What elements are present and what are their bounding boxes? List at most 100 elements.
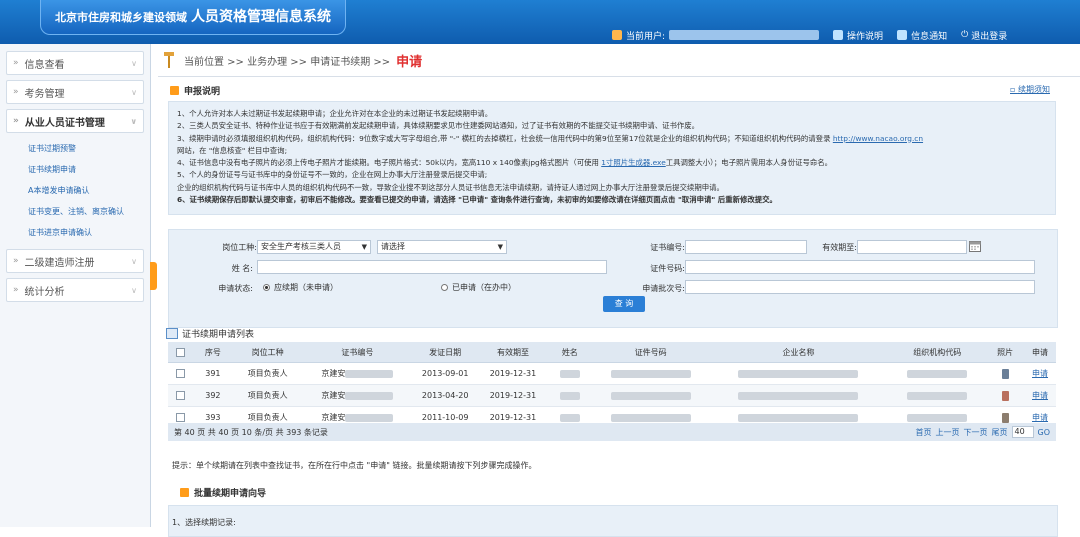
sidebar-item-label: 信息查看 [24,59,65,71]
sidebar-item-info[interactable]: » 信息查看 ∨ [6,51,144,75]
photo-tool-link[interactable]: 1寸照片生成器.exe [601,158,666,167]
sidebar-item-constructor[interactable]: » 二级建造师注册 ∨ [6,249,144,273]
notice-title-text: 申报说明 [184,87,221,97]
redacted [907,369,968,378]
sidebar-collapse-handle[interactable] [150,262,157,290]
redacted [345,413,394,422]
row-checkbox[interactable] [176,369,186,378]
renewal-notice-link-text: 续期须知 [1017,85,1050,94]
help-icon [833,30,844,40]
notice-line: 2、三类人员安全证书、特种作业证书应于有效期满前发起续期申请，具体续期要求见市住… [177,121,700,131]
notice-line: 6、证书续期保存后即默认提交审查，初审后不能修改。要查看已提交的申请，请选择 "… [177,195,777,205]
batch-step-1: 1、选择续期记录: [172,518,236,527]
cell-job: 项目负责人 [231,384,304,407]
sidebar-item-label: 统计分析 [24,286,65,298]
photo-thumbnail[interactable] [1001,368,1009,379]
redacted [559,391,580,400]
valid-to-input[interactable] [857,240,967,254]
logout-button[interactable]: ⏻ 退出登录 [961,29,1007,42]
search-form: 岗位工种: 安全生产考核三类人员 ▼ 请选择 ▼ 证书编号: 有效期至: 姓 名: … [168,229,1058,328]
col-company: 企业名称 [708,342,889,363]
col-expire: 有效期至 [479,342,547,363]
col-photo: 照片 [986,342,1025,363]
sidebar-sub-a-book-confirm[interactable]: A本增发申请确认 [0,180,150,201]
chevron-down-icon: ∨ [131,285,137,295]
redacted [907,391,968,400]
renewal-notice-link[interactable]: ▫ 续期须知 [1010,84,1050,95]
page-number-input[interactable]: 40 [1011,426,1034,438]
sidebar-sub-change-confirm[interactable]: 证书变更、注销、离京确认 [0,201,150,222]
go-button[interactable]: GO [1038,428,1051,437]
name-label: 姓 名: [231,264,253,273]
cell-issue: 2013-04-20 [411,384,480,407]
select-all-header [168,342,194,363]
apply-link[interactable]: 申请 [1032,369,1048,378]
job-sub-select[interactable]: 请选择 ▼ [377,240,507,254]
select-all-checkbox[interactable] [176,347,186,357]
notice-title: 申报说明 [170,84,220,97]
messages-label: 信息通知 [911,31,948,42]
redacted [345,391,394,400]
status-radio-pending[interactable]: 应续期（未申请） [263,282,338,293]
apply-link[interactable]: 申请 [1032,391,1048,400]
cert-no-label: 证书编号: [650,243,685,252]
notice-box: 1、个人允许对本人未过期证书发起续期申请；企业允许对在本企业的未过期证书发起续期… [168,101,1056,215]
sidebar-sub-renewal-apply[interactable]: 证书续期申请 [0,159,150,180]
first-page-link[interactable]: 首页 [916,427,932,438]
messages-button[interactable]: 信息通知 [897,29,947,42]
help-label: 操作说明 [847,31,884,42]
table-icon [166,328,178,339]
cell-no: 391 [193,362,232,385]
query-button[interactable]: 查 询 [603,296,645,312]
photo-thumbnail[interactable] [1001,390,1009,401]
help-button[interactable]: 操作说明 [833,29,883,42]
top-header: 北京市住房和城乡建设领域 人员资格管理信息系统 当前用户: 操作说明 信息通知 ⏻… [0,0,1080,44]
cell-company [708,362,889,385]
sidebar-item-exam[interactable]: » 考务管理 ∨ [6,80,144,104]
cell-job: 项目负责人 [231,362,304,385]
name-input[interactable] [257,260,607,274]
sidebar-item-stats[interactable]: » 统计分析 ∨ [6,278,144,302]
last-page-link[interactable]: 尾页 [992,427,1008,438]
id-no-label: 证件号码: [650,264,685,273]
batch-no-input[interactable] [685,280,1035,294]
col-id: 证件号码 [592,342,709,363]
photo-thumbnail[interactable] [1001,412,1009,423]
job-type-select[interactable]: 安全生产考核三类人员 ▼ [257,240,371,254]
id-no-input[interactable] [685,260,1035,274]
cell-id [592,362,709,385]
next-page-link[interactable]: 下一页 [964,427,988,438]
prev-page-link[interactable]: 上一页 [936,427,960,438]
batch-no-label: 申请批次号: [642,284,685,293]
table-row: 391 项目负责人 京建安 2013-09-01 2019-12-31 申请 [168,362,1056,385]
redacted [907,413,968,422]
valid-to-label: 有效期至: [822,243,857,252]
redacted [345,369,394,378]
sidebar-sub-expiry-warning[interactable]: 证书过期预警 [0,138,150,159]
apply-link[interactable]: 申请 [1032,413,1048,422]
row-checkbox[interactable] [176,391,186,400]
sidebar-sub-enter-beijing-confirm[interactable]: 证书进京申请确认 [0,222,150,243]
notice-line: 企业的组织机构代码与证书库中人员的组织机构代码不一致，导致企业搜不到这部分人员证… [177,182,724,192]
status-radio-applied[interactable]: 已申请（在办中） [441,282,516,293]
job-type-label: 岗位工种: [222,243,257,252]
section-icon [170,86,179,95]
chevron-down-icon: ∨ [131,58,137,68]
doc-icon: ▫ [1010,85,1018,94]
batch-title-text: 批量续期申请向导 [194,489,267,499]
radio-checked [263,284,270,291]
logout-label: 退出登录 [971,31,1008,42]
breadcrumb-current: 申请 [396,54,423,70]
cell-cert: 京建安 [303,384,412,407]
col-org-code: 组织机构代码 [888,342,987,363]
chevron-down-icon: ∨ [131,256,137,266]
batch-wizard-box [168,505,1058,537]
nacao-link[interactable]: http://www.nacao.org.cn [833,134,923,143]
sidebar-item-cert-mgmt[interactable]: » 从业人员证书管理 ∨ [6,109,144,133]
cert-no-input[interactable] [685,240,807,254]
row-checkbox[interactable] [176,413,186,422]
hint-text: 提示：单个续期请在列表中查找证书，在所在行中点击 "申请" 链接。批量续期请按下… [172,461,537,470]
cell-photo [986,362,1025,385]
system-title: 北京市住房和城乡建设领域 人员资格管理信息系统 [40,0,346,35]
calendar-icon[interactable] [969,240,981,252]
